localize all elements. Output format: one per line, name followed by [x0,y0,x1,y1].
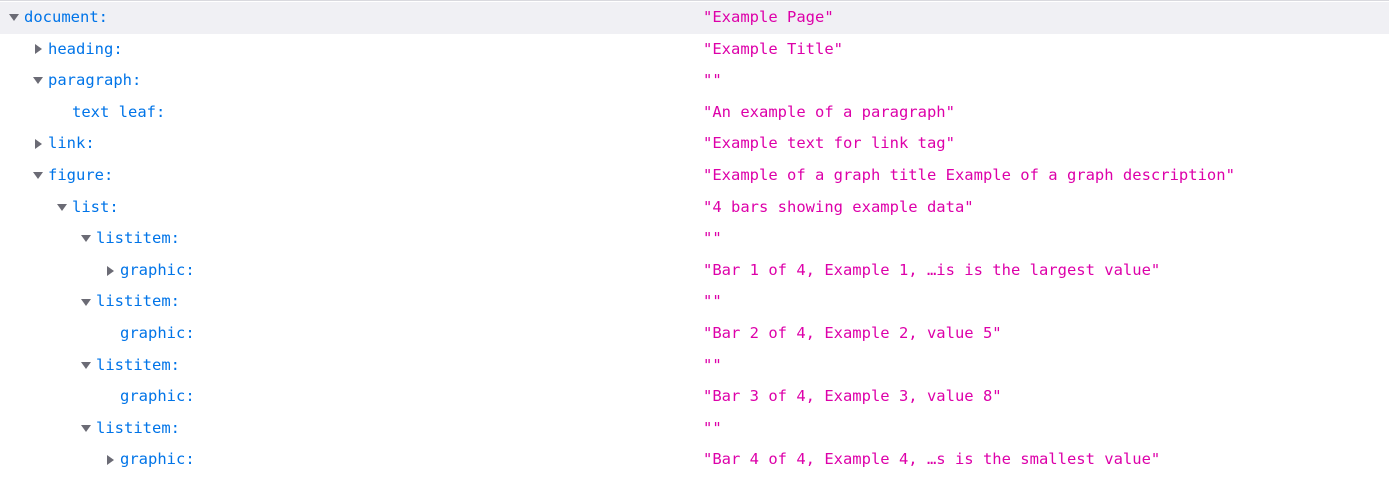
collapsed-triangle-icon[interactable] [104,255,116,287]
node-name-value: "Bar 3 of 4, Example 3, value 8" [703,387,1002,406]
tree-row-listitem[interactable]: listitem: "" [0,413,1389,445]
node-role: graphic: [120,387,195,406]
node-name-value: "" [703,292,722,311]
expanded-triangle-icon[interactable] [80,350,92,382]
tree-row-document[interactable]: document: "Example Page" [0,2,1389,34]
node-role: document: [24,8,108,26]
tree-row-graphic[interactable]: graphic: "Bar 3 of 4, Example 3, value 8… [0,381,1389,413]
scrollbar-track[interactable] [1389,0,1393,481]
expanded-triangle-icon[interactable] [56,192,68,224]
node-role: figure: [48,165,114,184]
tree-row-figure[interactable]: figure: "Example of a graph title Exampl… [0,160,1389,192]
expanded-triangle-icon[interactable] [80,223,92,255]
node-role: text leaf: [72,102,166,121]
node-role: paragraph: [48,71,142,90]
tree-row-list[interactable]: list: "4 bars showing example data" [0,192,1389,224]
accessibility-tree-panel: document: "Example Page" heading: "Examp… [0,0,1393,481]
node-role: heading: [48,39,123,58]
node-name-value: "Example text for link tag" [703,134,955,153]
tree-row-listitem[interactable]: listitem: "" [0,223,1389,255]
node-name-value: "Bar 4 of 4, Example 4, …s is the smalle… [703,450,1161,469]
node-role: listitem: [96,292,180,311]
tree-row-graphic[interactable]: graphic: "Bar 2 of 4, Example 2, value 5… [0,318,1389,350]
expanded-triangle-icon[interactable] [8,2,20,34]
expanded-triangle-icon[interactable] [80,286,92,318]
node-role: listitem: [96,418,180,437]
node-role: listitem: [96,229,180,248]
node-role: graphic: [120,323,195,342]
expanded-triangle-icon[interactable] [32,65,44,97]
tree-row-listitem[interactable]: listitem: "" [0,286,1389,318]
node-name-value: "" [703,355,722,374]
collapsed-triangle-icon[interactable] [32,128,44,160]
node-name-value: "" [703,71,722,90]
node-name-value: "4 bars showing example data" [703,197,974,216]
node-role: listitem: [96,355,180,374]
tree-row-text-leaf[interactable]: text leaf: "An example of a paragraph" [0,97,1389,129]
node-role: link: [48,134,95,153]
tree-row-graphic[interactable]: graphic: "Bar 4 of 4, Example 4, …s is t… [0,444,1389,476]
expanded-triangle-icon[interactable] [80,413,92,445]
expanded-triangle-icon[interactable] [32,160,44,192]
node-name-value: "An example of a paragraph" [703,102,955,121]
tree-row-paragraph[interactable]: paragraph: "" [0,65,1389,97]
node-role: list: [72,197,119,216]
node-role: graphic: [120,450,195,469]
node-role: graphic: [120,260,195,279]
node-name-value: "Example Title" [703,39,843,58]
node-name-value: "Example of a graph title Example of a g… [703,165,1235,184]
tree-row-link[interactable]: link: "Example text for link tag" [0,128,1389,160]
top-divider [0,0,1393,1]
collapsed-triangle-icon[interactable] [104,444,116,476]
collapsed-triangle-icon[interactable] [32,34,44,66]
accessibility-tree: document: "Example Page" heading: "Examp… [0,2,1389,476]
node-name-value: "" [703,418,722,437]
tree-row-listitem[interactable]: listitem: "" [0,350,1389,382]
node-name-value: "Bar 1 of 4, Example 1, …is is the large… [703,260,1161,279]
tree-row-heading[interactable]: heading: "Example Title" [0,34,1389,66]
node-name-value: "Bar 2 of 4, Example 2, value 5" [703,323,1002,342]
tree-row-graphic[interactable]: graphic: "Bar 1 of 4, Example 1, …is is … [0,255,1389,287]
node-name-value: "" [703,229,722,248]
node-name-value: "Example Page" [703,8,834,26]
